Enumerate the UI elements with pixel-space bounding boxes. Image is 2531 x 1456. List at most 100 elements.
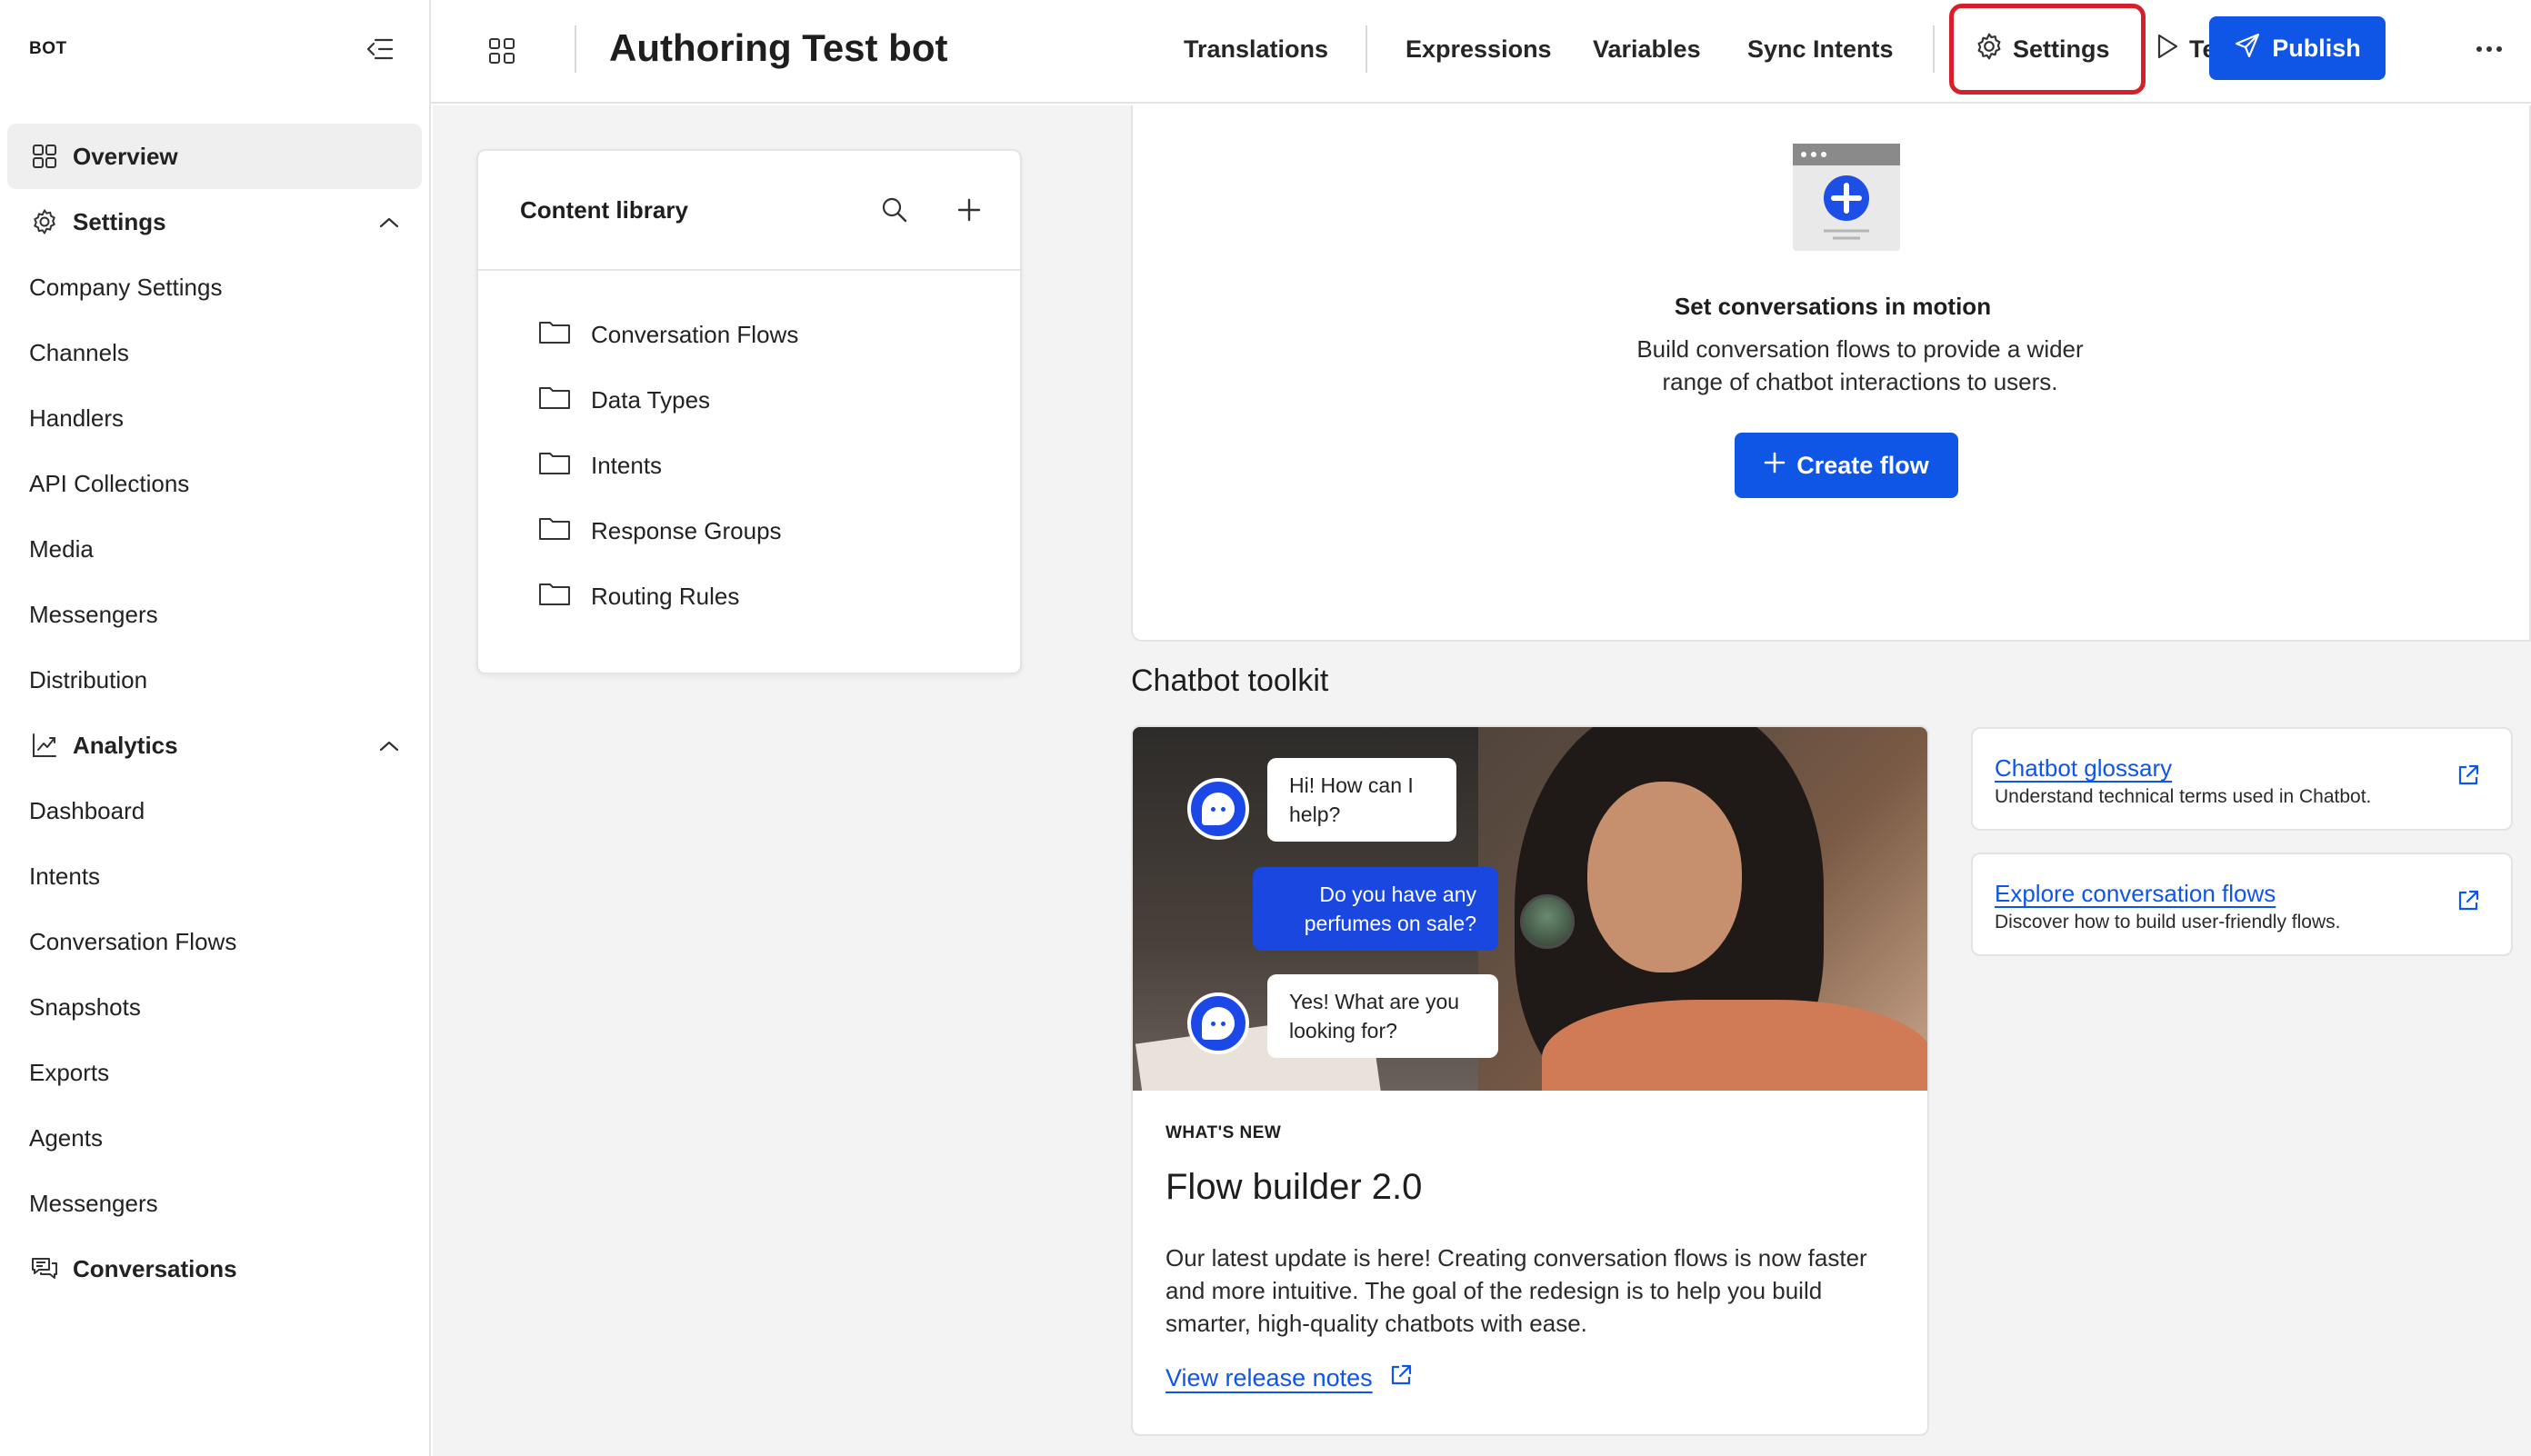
collapse-sidebar-icon[interactable] [364,33,396,65]
grid-icon [29,141,60,172]
news-body: Our latest update is here! Creating conv… [1165,1244,1867,1337]
resource-description: Discover how to build user-friendly flow… [1995,912,2341,932]
sidebar-item-messengers[interactable]: Messengers [7,582,422,647]
sidebar-item-dashboard[interactable]: Dashboard [7,778,422,843]
gear-icon [29,206,60,237]
external-link-icon [2456,889,2484,916]
release-notes-label: View release notes [1165,1364,1373,1391]
sidebar-item-label: Conversations [73,1254,237,1282]
release-notes-link[interactable]: View release notes [1165,1363,1413,1393]
sidebar-item-channels[interactable]: Channels [7,320,422,385]
bot-message-bubble: Hi! How can I help? [1267,758,1456,842]
nav-sync-intents[interactable]: Sync Intents [1747,25,1894,73]
divider [1366,25,1367,73]
analytics-icon [29,730,60,761]
folder-icon [538,449,571,483]
folder-label: Routing Rules [591,582,740,610]
empty-state-description: Build conversation flows to provide a wi… [1636,335,2084,395]
sidebar-item-conversations[interactable]: Conversations [7,1236,422,1301]
resource-card-glossary[interactable]: Chatbot glossary Understand technical te… [1971,727,2513,831]
folder-intents[interactable]: Intents [478,433,1020,498]
toolkit-heading: Chatbot toolkit [1131,663,1329,698]
sidebar-item-api-collections[interactable]: API Collections [7,451,422,516]
folder-conversation-flows[interactable]: Conversation Flows [478,302,1020,367]
chat-icon [29,1253,60,1284]
gear-icon [1975,32,2004,67]
sidebar-item-messengers-analytics[interactable]: Messengers [7,1171,422,1236]
folder-label: Conversation Flows [591,320,799,348]
sidebar-item-conversation-flows[interactable]: Conversation Flows [7,909,422,974]
sidebar-item-intents[interactable]: Intents [7,843,422,909]
more-options-icon[interactable] [2467,31,2511,67]
bot-avatar-icon [1187,992,1249,1054]
add-window-illustration [1789,140,1904,254]
nav-translations[interactable]: Translations [1184,25,1328,73]
folder-data-types[interactable]: Data Types [478,367,1020,433]
folder-icon [538,580,571,613]
settings-label: Settings [2013,35,2110,63]
brand-label: BOT [29,39,67,58]
bot-avatar-icon [1187,778,1249,840]
chevron-up-icon[interactable] [378,208,400,236]
sidebar-section-analytics[interactable]: Analytics [7,713,422,778]
news-title: Flow builder 2.0 [1165,1167,1423,1207]
sidebar-item-label: Settings [73,207,166,235]
news-kicker: WHAT'S NEW [1165,1123,1282,1142]
content-library-header: Content library [478,151,1020,271]
sidebar-item-label: Overview [73,142,178,170]
folder-icon [538,318,571,352]
resource-link[interactable]: Explore conversation flows [1995,880,2486,908]
publish-label: Publish [2272,34,2361,62]
divider [1933,25,1935,73]
bot-message-bubble: Yes! What are you looking for? [1267,974,1498,1058]
sidebar-item-media[interactable]: Media [7,516,422,582]
sidebar-item-snapshots[interactable]: Snapshots [7,974,422,1040]
empty-flows-panel: Set conversations in motion Build conver… [1131,105,2531,642]
sidebar-nav: Overview Settings Company Settings Chann… [7,124,422,1301]
external-link-icon [1389,1363,1413,1393]
folder-routing-rules[interactable]: Routing Rules [478,563,1020,629]
apps-grid-icon[interactable] [484,33,520,69]
user-message-bubble: Do you have any perfumes on sale? [1253,867,1498,951]
chevron-up-icon[interactable] [378,732,400,760]
send-icon [2234,32,2261,65]
chat-hero-image: Hi! How can I help? Do you have any perf… [1133,727,1927,1091]
plus-icon [1764,452,1786,480]
folder-list: Conversation Flows Data Types Intents Re… [478,271,1020,629]
search-icon[interactable] [876,192,913,228]
user-avatar [1520,894,1575,949]
folder-label: Intents [591,451,663,479]
sidebar-item-agents[interactable]: Agents [7,1105,422,1171]
resource-card-conversation-flows[interactable]: Explore conversation flows Discover how … [1971,853,2513,956]
top-bar: Authoring Test bot Translations Expressi… [431,0,2531,104]
folder-label: Response Groups [591,516,782,544]
folder-label: Data Types [591,385,711,414]
nav-variables[interactable]: Variables [1593,25,1701,73]
settings-button[interactable]: Settings [1975,25,2110,73]
sidebar-item-overview[interactable]: Overview [7,124,422,189]
page-title: Authoring Test bot [609,26,948,69]
sidebar-item-exports[interactable]: Exports [7,1040,422,1105]
resource-description: Understand technical terms used in Chatb… [1995,786,2372,807]
create-flow-button[interactable]: Create flow [1735,433,1958,498]
sidebar-item-label: Analytics [73,731,178,759]
play-icon [2155,33,2180,66]
content-library-panel: Content library Conversation Flows Data … [476,149,1022,674]
sidebar: BOT Overview Settings Company Settings C… [0,0,431,1456]
nav-expressions[interactable]: Expressions [1406,25,1552,73]
folder-icon [538,384,571,417]
sidebar-item-distribution[interactable]: Distribution [7,647,422,713]
sidebar-section-settings[interactable]: Settings [7,189,422,254]
sidebar-item-handlers[interactable]: Handlers [7,385,422,451]
sidebar-item-company-settings[interactable]: Company Settings [7,254,422,320]
create-flow-label: Create flow [1796,451,1929,479]
resource-link[interactable]: Chatbot glossary [1995,754,2486,783]
add-icon[interactable] [951,192,987,228]
divider [575,25,576,73]
content-library-title: Content library [520,195,688,224]
folder-response-groups[interactable]: Response Groups [478,498,1020,563]
publish-button[interactable]: Publish [2209,16,2386,80]
sidebar-header: BOT [0,0,429,98]
external-link-icon [2456,763,2484,791]
whats-new-card: Hi! How can I help? Do you have any perf… [1131,725,1929,1436]
